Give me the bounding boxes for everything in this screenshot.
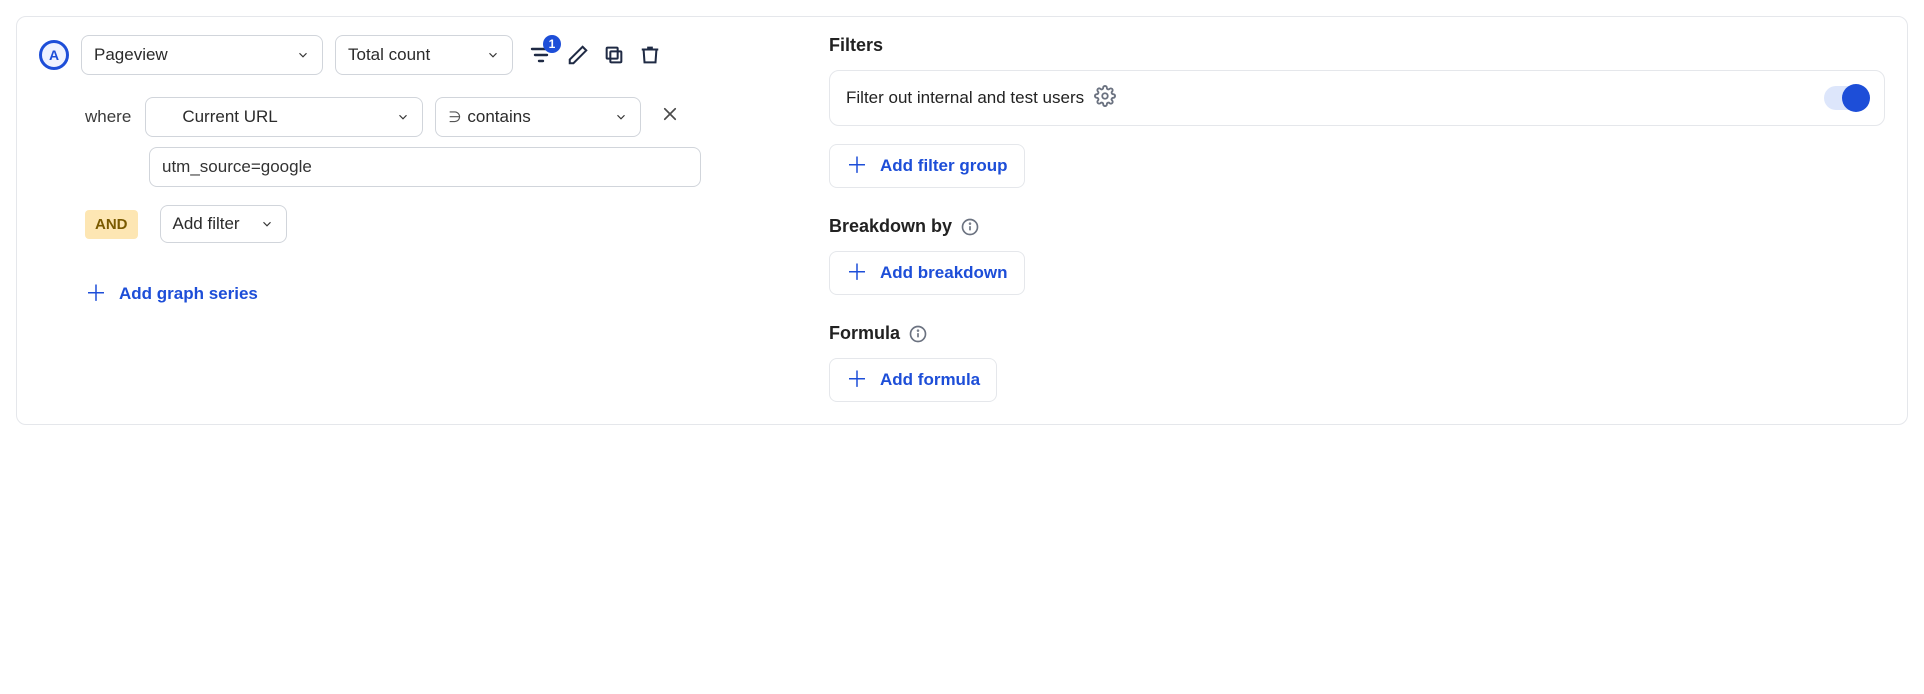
where-block: where Current URL ∋ contai [85,97,789,187]
rename-icon[interactable] [567,44,589,66]
operator-label: contains [467,107,530,127]
chevron-down-icon [396,110,410,124]
property-select[interactable]: Current URL [145,97,423,137]
where-line: where Current URL ∋ contai [85,97,789,137]
filter-count-badge: 1 [543,35,561,53]
add-filter-select[interactable]: Add filter [160,205,287,243]
add-formula-button[interactable]: ＋ Add formula [829,358,997,402]
series-action-icons: 1 [529,43,661,67]
posthog-icon [158,110,176,124]
property-label: Current URL [182,107,277,127]
series-config: A Pageview Total count 1 [39,35,789,402]
filters-title: Filters [829,35,1885,56]
right-column: Filters Filter out internal and test use… [829,35,1885,402]
event-select[interactable]: Pageview [81,35,323,75]
remove-filter-icon[interactable] [659,105,681,129]
formula-title: Formula [829,323,1885,344]
measure-select[interactable]: Total count [335,35,513,75]
operator-select[interactable]: ∋ contains [435,97,641,137]
and-badge: AND [85,210,138,239]
add-filter-group-button[interactable]: ＋ Add filter group [829,144,1025,188]
add-breakdown-button[interactable]: ＋ Add breakdown [829,251,1025,295]
duplicate-icon[interactable] [603,44,625,66]
toggle-knob [1842,84,1870,112]
info-icon[interactable] [908,324,928,344]
plus-icon: ＋ [846,155,868,177]
filter-icon[interactable]: 1 [529,43,553,67]
and-row: AND Add filter [85,205,789,243]
breakdown-title-text: Breakdown by [829,216,952,237]
add-formula-label: Add formula [880,370,980,390]
delete-icon[interactable] [639,44,661,66]
breakdown-title: Breakdown by [829,216,1885,237]
plus-icon: ＋ [846,262,868,284]
where-label: where [85,107,131,127]
internal-filter-toggle[interactable] [1824,86,1868,110]
add-series-button[interactable]: ＋ Add graph series [85,283,789,305]
query-panel: A Pageview Total count 1 [16,16,1908,425]
chevron-down-icon [614,110,628,124]
plus-icon: ＋ [846,369,868,391]
plus-icon: ＋ [85,283,107,305]
info-icon[interactable] [960,217,980,237]
gear-icon[interactable] [1094,85,1116,111]
event-select-label: Pageview [94,45,168,65]
internal-filter-card: Filter out internal and test users [829,70,1885,126]
add-filter-group-label: Add filter group [880,156,1007,176]
measure-select-label: Total count [348,45,430,65]
chevron-down-icon [486,48,500,62]
filter-value-input[interactable] [149,147,701,187]
internal-filter-label: Filter out internal and test users [846,88,1084,108]
add-series-label: Add graph series [119,284,258,304]
add-breakdown-label: Add breakdown [880,263,1008,283]
contains-glyph-icon: ∋ [448,108,461,127]
series-row: A Pageview Total count 1 [39,35,789,75]
value-row [149,137,789,187]
filters-title-text: Filters [829,35,883,56]
chevron-down-icon [296,48,310,62]
formula-title-text: Formula [829,323,900,344]
add-filter-label: Add filter [173,214,240,234]
chevron-down-icon [260,217,274,231]
series-badge: A [39,40,69,70]
